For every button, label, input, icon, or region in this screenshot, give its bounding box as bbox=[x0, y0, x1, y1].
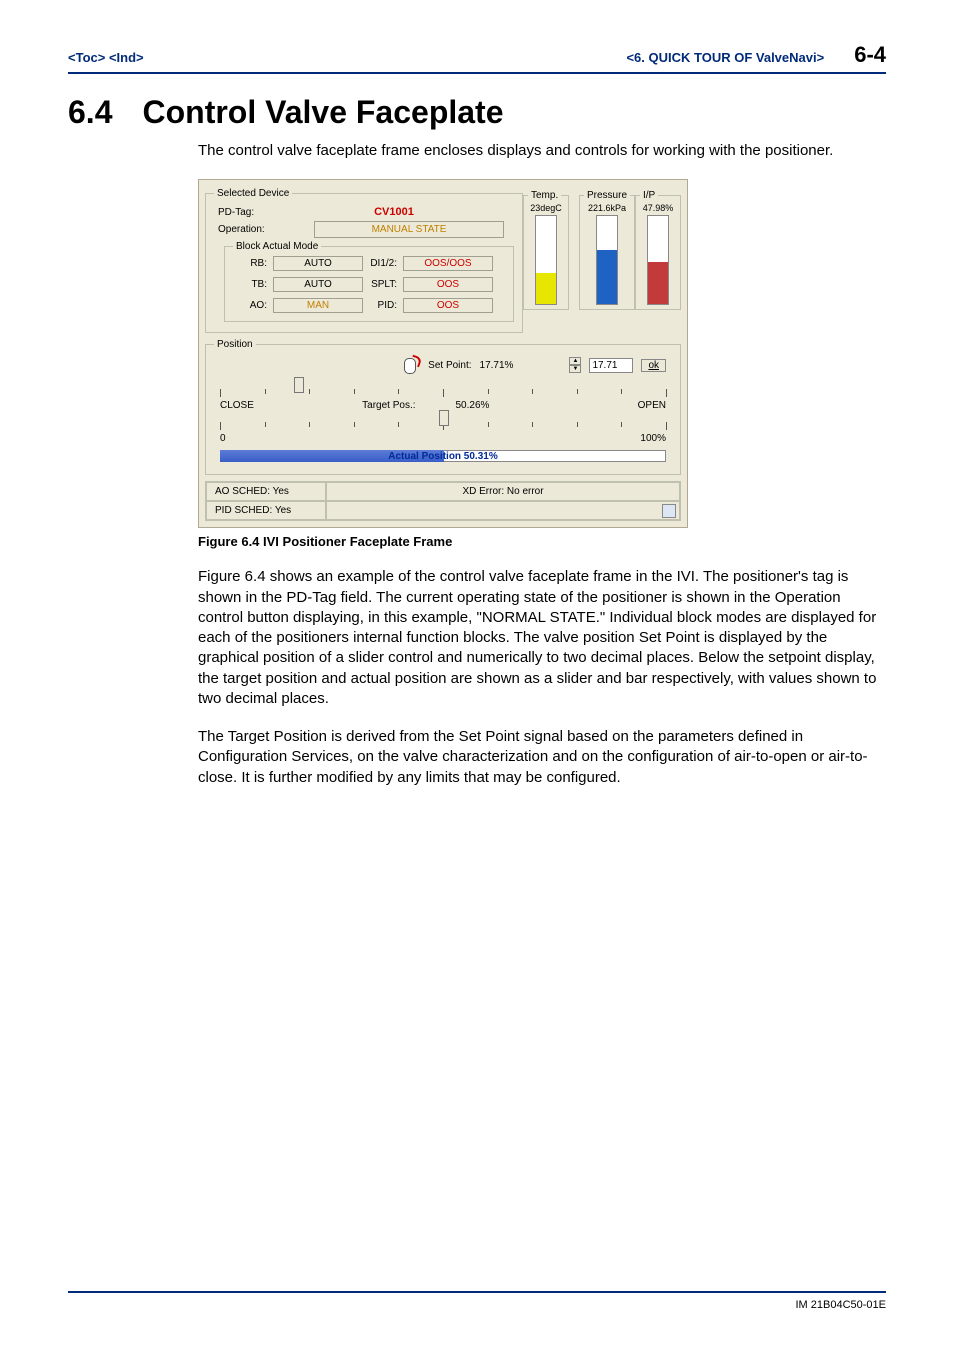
actual-position-bar: Actual Position 50.31% bbox=[220, 448, 666, 466]
pressure-legend: Pressure bbox=[584, 190, 630, 201]
setpoint-input[interactable] bbox=[589, 358, 633, 373]
setpoint-label: Set Point: bbox=[428, 360, 471, 371]
target-thumb bbox=[439, 410, 449, 426]
temp-value: 23degC bbox=[528, 203, 564, 213]
ao-sched: AO SCHED: Yes bbox=[206, 482, 326, 501]
toc-link[interactable]: <Toc> bbox=[68, 50, 105, 65]
pressure-value: 221.6kPa bbox=[584, 203, 630, 213]
ip-legend: I/P bbox=[640, 190, 658, 201]
intro-paragraph: The control valve faceplate frame enclos… bbox=[198, 141, 886, 161]
pid-sched: PID SCHED: Yes bbox=[206, 501, 326, 520]
open-label: OPEN bbox=[638, 400, 666, 411]
rb-button[interactable]: AUTO bbox=[273, 256, 363, 271]
pdtag-value: CV1001 bbox=[274, 206, 514, 218]
close-label: CLOSE bbox=[220, 400, 254, 411]
selected-device-legend: Selected Device bbox=[214, 188, 292, 199]
operation-button[interactable]: MANUAL STATE bbox=[314, 221, 504, 238]
ao-label: AO: bbox=[233, 300, 273, 311]
expand-icon[interactable] bbox=[662, 504, 676, 518]
target-label: Target Pos.: bbox=[362, 400, 415, 411]
block-mode-group: Block Actual Mode RB: AUTO DI1/2: OOS/OO… bbox=[224, 241, 514, 322]
faceplate-frame: Selected Device PD-Tag: CV1001 Operation… bbox=[198, 179, 688, 528]
setpoint-down[interactable]: ▼ bbox=[569, 365, 581, 373]
footer-rule bbox=[68, 1291, 886, 1293]
setpoint-up[interactable]: ▲ bbox=[569, 357, 581, 365]
page-header: <Toc> <Ind> <6. QUICK TOUR OF ValveNavi>… bbox=[68, 42, 886, 74]
target-value: 50.26% bbox=[456, 400, 490, 411]
status-grid: AO SCHED: Yes XD Error: No error PID SCH… bbox=[205, 481, 681, 521]
figure-caption: Figure 6.4 IVI Positioner Faceplate Fram… bbox=[198, 534, 886, 549]
section-link[interactable]: <6. QUICK TOUR OF ValveNavi> bbox=[626, 50, 824, 65]
splt-button[interactable]: OOS bbox=[403, 277, 493, 292]
rb-label: RB: bbox=[233, 258, 273, 269]
section-heading: Control Valve Faceplate bbox=[142, 94, 503, 131]
hundred-label: 100% bbox=[640, 433, 666, 444]
page-number: 6-4 bbox=[854, 42, 886, 68]
ao-button[interactable]: MAN bbox=[273, 298, 363, 313]
setpoint-thumb[interactable] bbox=[294, 377, 304, 393]
temp-legend: Temp. bbox=[528, 190, 561, 201]
section-title: 6.4 Control Valve Faceplate bbox=[68, 94, 886, 131]
block-mode-legend: Block Actual Mode bbox=[233, 241, 321, 252]
ok-button[interactable]: ok bbox=[641, 359, 666, 372]
di-label: DI1/2: bbox=[363, 258, 403, 269]
setpoint-value: 17.71% bbox=[480, 360, 514, 371]
actual-position-label: Actual Position 50.31% bbox=[220, 451, 666, 462]
body-para-2: The Target Position is derived from the … bbox=[198, 727, 886, 788]
position-group: Position Set Point: 17.71% ▲ ▼ ok CLOSE bbox=[205, 339, 681, 475]
selected-device-group: Selected Device PD-Tag: CV1001 Operation… bbox=[205, 188, 523, 333]
footer-docid: IM 21B04C50-01E bbox=[796, 1299, 887, 1311]
splt-label: SPLT: bbox=[363, 279, 403, 290]
setpoint-slider[interactable] bbox=[220, 380, 666, 398]
mouse-icon bbox=[400, 356, 420, 374]
pdtag-label: PD-Tag: bbox=[214, 207, 274, 218]
pid-button[interactable]: OOS bbox=[403, 298, 493, 313]
ip-value: 47.98% bbox=[640, 203, 676, 213]
pid-label: PID: bbox=[363, 300, 403, 311]
temp-gauge: Temp. 23degC bbox=[523, 190, 569, 310]
zero-label: 0 bbox=[220, 433, 226, 444]
pressure-gauge: Pressure 221.6kPa bbox=[579, 190, 635, 310]
xd-error: XD Error: No error bbox=[326, 482, 680, 501]
tb-label: TB: bbox=[233, 279, 273, 290]
index-link[interactable]: <Ind> bbox=[109, 50, 144, 65]
body-para-1: Figure 6.4 shows an example of the contr… bbox=[198, 567, 886, 709]
operation-label: Operation: bbox=[214, 224, 274, 235]
position-legend: Position bbox=[214, 339, 256, 350]
ip-gauge: I/P 47.98% bbox=[635, 190, 681, 310]
status-empty bbox=[326, 501, 680, 520]
di-button[interactable]: OOS/OOS bbox=[403, 256, 493, 271]
target-slider bbox=[220, 413, 666, 431]
tb-button[interactable]: AUTO bbox=[273, 277, 363, 292]
section-number: 6.4 bbox=[68, 94, 112, 131]
